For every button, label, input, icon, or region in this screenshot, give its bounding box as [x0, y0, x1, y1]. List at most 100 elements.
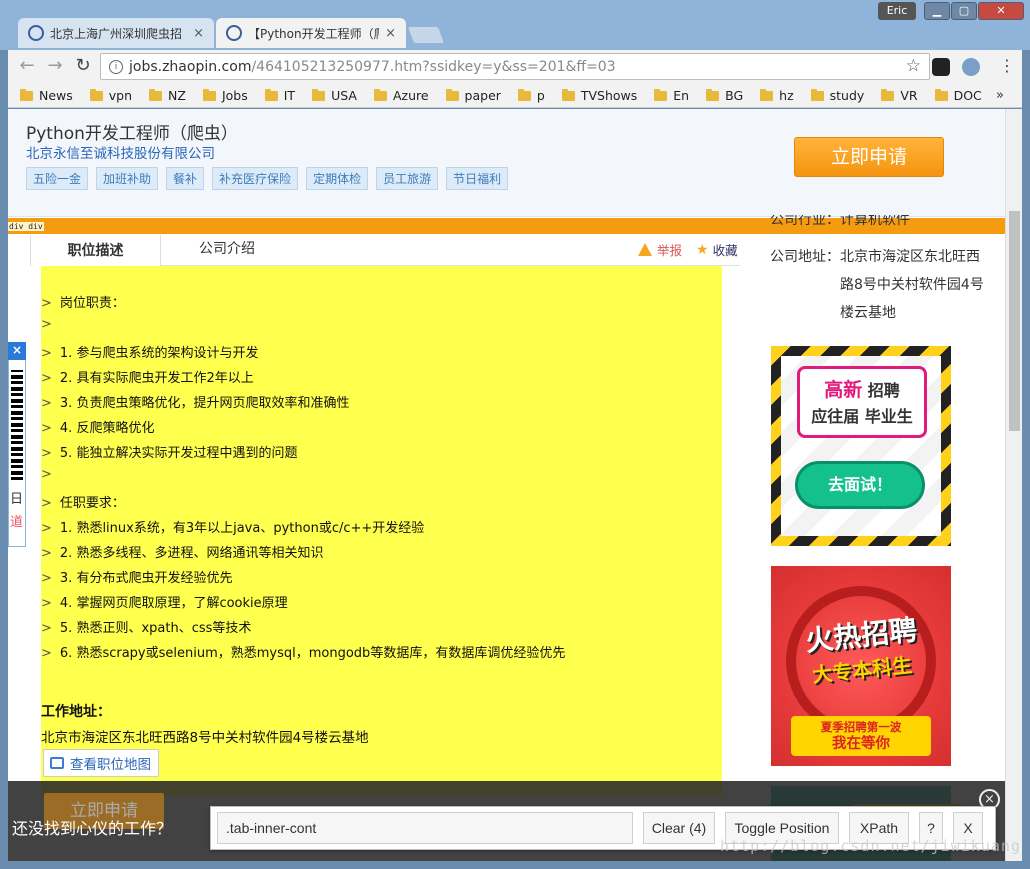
new-tab-button[interactable] [406, 26, 446, 44]
ad-recruit-text: 招聘 [867, 381, 900, 400]
folder-icon [760, 88, 774, 101]
bookmark-item[interactable]: Jobs [202, 88, 248, 103]
bookmark-item[interactable]: p [517, 88, 545, 103]
folder-icon [881, 88, 895, 101]
ad-banner-graduates[interactable]: 高新 招聘 应往届 毕业生 去面试！ [771, 346, 951, 546]
bookmark-item[interactable]: hz [760, 88, 794, 103]
line-marker: > [41, 521, 52, 536]
bookmark-item[interactable]: DOC [934, 88, 982, 103]
description-line: >4. 反爬策略优化 [41, 417, 154, 436]
ad-ribbon-line1: 夏季招聘第一波 [820, 720, 902, 734]
float-close-icon[interactable]: × [8, 342, 26, 360]
folder-icon [312, 88, 326, 101]
description-text: 1. 熟悉linux系统，有3年以上java、python或c/c++开发经验 [59, 521, 425, 536]
forward-arrow-icon[interactable]: → [44, 56, 66, 78]
promo-question: 还没找到心仪的工作？ [12, 819, 173, 838]
url-path: /464105213250977.htm?ssidkey=y&ss=201&ff… [251, 58, 616, 75]
folder-icon [706, 88, 720, 101]
job-header: Python开发工程师（爬虫） 北京永信至诚科技股份有限公司 五险一金 加班补助餐… [8, 109, 1005, 217]
line-marker: > [41, 296, 52, 311]
menu-kebab-icon[interactable]: ⋮ [998, 58, 1016, 76]
clear-button[interactable]: Clear (4) [643, 812, 715, 844]
description-line: >4. 掌握网页爬取原理，了解cookie原理 [41, 592, 288, 611]
tab-company-intro[interactable]: 公司介绍 [180, 234, 274, 266]
scrollbar-thumb[interactable] [1009, 211, 1020, 431]
ad-interview-button[interactable]: 去面试！ [795, 461, 925, 509]
line-marker: > [41, 396, 52, 411]
page-info-icon[interactable]: i [109, 59, 123, 74]
qr-code-icon [11, 370, 23, 480]
bookmark-item[interactable]: En [654, 88, 689, 103]
bookmark-item[interactable]: study [810, 88, 864, 103]
bookmark-item[interactable]: Azure [373, 88, 429, 103]
tab-job-description[interactable]: 职位描述 [30, 234, 161, 266]
bookmark-star-icon[interactable]: ☆ [906, 56, 921, 76]
back-arrow-icon[interactable]: ← [16, 56, 38, 78]
description-text: 3. 负责爬虫策略优化，提升网页爬取效率和准确性 [59, 396, 350, 411]
extension-icon[interactable] [932, 58, 950, 76]
selector-input[interactable]: .tab-inner-cont [217, 812, 633, 844]
maximize-button[interactable]: ▢ [951, 2, 977, 20]
description-text: 5. 能独立解决实际开发过程中遇到的问题 [59, 446, 298, 461]
bookmark-label: paper [464, 88, 501, 103]
bookmark-item[interactable]: NZ [149, 88, 186, 103]
bookmark-item[interactable]: vpn [89, 88, 132, 103]
window-close-button[interactable]: ✕ [978, 2, 1024, 20]
line-marker: > [41, 346, 52, 361]
line-marker: > [41, 646, 52, 661]
bookmark-item[interactable]: USA [312, 88, 357, 103]
work-address: 北京市海淀区东北旺西路8号中关村软件园4号楼云基地 [41, 730, 369, 746]
address-bar[interactable]: i jobs.zhaopin.com/464105213250977.htm?s… [100, 53, 930, 80]
content-tabs: 职位描述 公司介绍 举报 ★ 收藏 [30, 234, 740, 266]
folder-icon [264, 88, 278, 101]
report-link[interactable]: 举报 [657, 240, 682, 259]
line-marker: > [41, 371, 52, 386]
line-marker: > [41, 446, 52, 461]
float-char: 道 [10, 515, 24, 530]
ad-hot-text: 高新 [824, 379, 863, 401]
bookmarks-bar: News vpn NZ Jobs IT USA Azure paper p TVShows En BG… [8, 84, 1022, 108]
description-line: >6. 熟悉scrapy或selenium，熟悉mysql，mongodb等数据… [41, 642, 565, 661]
favorite-link[interactable]: 收藏 [713, 240, 738, 259]
line-marker: > [41, 546, 52, 561]
company-address-value: 北京市海淀区东北旺西路8号中关村软件园4号楼云基地 [840, 249, 984, 321]
bookmark-label: hz [779, 88, 794, 103]
view-map-button[interactable]: 查看职位地图 [43, 749, 159, 777]
bookmarks-overflow-icon[interactable]: » [996, 88, 1004, 103]
selector-gadget-icon[interactable] [962, 58, 980, 76]
description-text: 4. 反爬策略优化 [59, 421, 155, 436]
title-bar: 北京上海广州深圳爬虫招 × 【Python开发工程师（爬 × Eric ▁ ▢ … [0, 0, 1030, 50]
bookmark-item[interactable]: News [20, 88, 73, 103]
benefit-tag: 餐补 [166, 167, 205, 190]
company-address-label: 公司地址： [770, 249, 840, 265]
bookmark-item[interactable]: TVShows [561, 88, 637, 103]
folder-icon [561, 88, 575, 101]
minimize-button[interactable]: ▁ [924, 2, 950, 20]
apply-button[interactable]: 立即申请 [794, 137, 944, 177]
description-text: 岗位职责： [59, 296, 125, 311]
description-line: >5. 能独立解决实际开发过程中遇到的问题 [41, 442, 297, 461]
bookmark-item[interactable]: IT [264, 88, 295, 103]
user-profile-badge[interactable]: Eric [878, 2, 916, 20]
page-scrollbar[interactable] [1005, 109, 1022, 861]
company-link[interactable]: 北京永信至诚科技股份有限公司 [26, 142, 215, 162]
tab-close-icon[interactable]: × [193, 26, 204, 41]
tab-title: 【Python开发工程师（爬 [248, 26, 380, 41]
benefit-tag: 定期体检 [306, 167, 369, 190]
bookmark-item[interactable]: paper [445, 88, 501, 103]
job-description-highlight: 工作地址： 北京市海淀区东北旺西路8号中关村软件园4号楼云基地 查看职位地图 >… [41, 266, 722, 796]
report-favorite-group: 举报 ★ 收藏 [638, 240, 738, 259]
description-line: >2. 具有实际爬虫开发工作2年以上 [41, 367, 254, 386]
tab-close-icon[interactable]: × [385, 26, 396, 41]
tab-job-detail[interactable]: 【Python开发工程师（爬 × [216, 18, 406, 48]
reload-icon[interactable]: ↻ [72, 56, 94, 78]
bookmark-item[interactable]: VR [881, 88, 918, 103]
folder-icon [445, 88, 459, 101]
bookmark-item[interactable]: BG [706, 88, 743, 103]
benefit-tag: 加班补助 [96, 167, 159, 190]
line-marker: > [41, 596, 52, 611]
bookmark-label: DOC [953, 88, 982, 103]
warning-icon [638, 243, 652, 256]
ad-banner-hot-recruit[interactable]: 火热招聘 大专本科生 夏季招聘第一波 我在等你 [771, 566, 951, 766]
tab-search-results[interactable]: 北京上海广州深圳爬虫招 × [18, 18, 214, 48]
